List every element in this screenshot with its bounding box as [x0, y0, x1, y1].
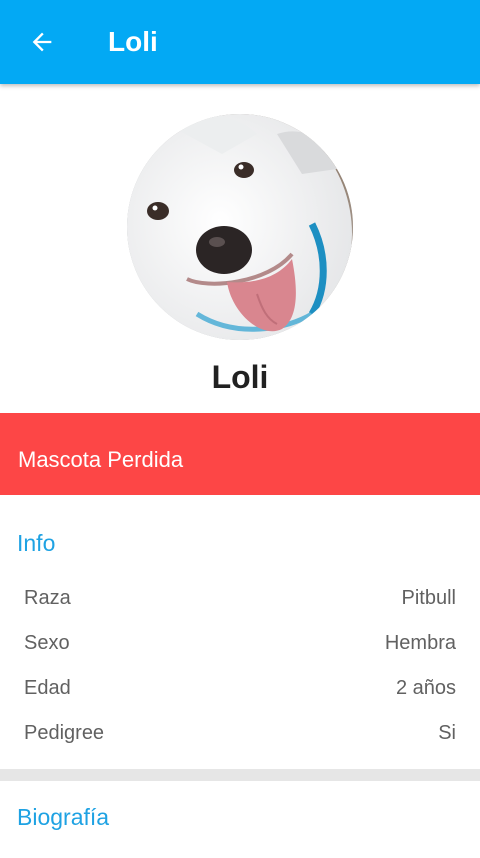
page-title: Loli	[108, 26, 158, 57]
section-divider	[0, 769, 480, 781]
info-row-pedigree: Pedigree Si	[24, 718, 456, 748]
back-button[interactable]	[22, 22, 62, 62]
status-label: Mascota Perdida	[18, 447, 184, 472]
pet-avatar	[127, 114, 353, 340]
pet-name: Loli	[211, 359, 269, 395]
info-label: Pedigree	[24, 721, 105, 744]
arrow-left-icon	[32, 32, 52, 52]
info-value: Hembra	[384, 631, 456, 654]
dog-photo	[127, 114, 353, 340]
info-value: Si	[438, 721, 456, 744]
info-section-title: Info	[17, 530, 56, 556]
info-value: 2 años	[395, 676, 456, 699]
info-row-sexo: Sexo Hembra	[24, 628, 456, 658]
info-row-raza: Raza Pitbull	[24, 583, 456, 613]
info-row-edad: Edad 2 años	[24, 673, 456, 703]
status-banner: Mascota Perdida	[0, 413, 480, 495]
info-label: Sexo	[24, 631, 70, 654]
bio-section-title: Biografía	[17, 804, 110, 830]
app-bar: Loli	[0, 0, 480, 84]
info-label: Edad	[24, 676, 71, 699]
info-label: Raza	[24, 586, 71, 609]
info-value: Pitbull	[401, 586, 456, 609]
